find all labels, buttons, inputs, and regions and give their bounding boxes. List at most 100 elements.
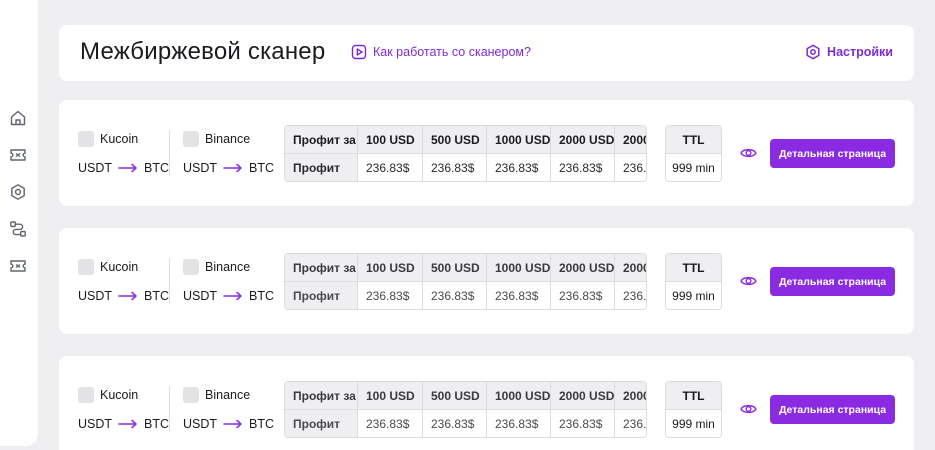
exchange-checkbox[interactable] (78, 259, 94, 275)
amount-column-header: 100 USD (357, 254, 422, 281)
profit-table-row: Профит 236.83$ 236.83$ 236.83$ 236.83$ 2… (285, 154, 646, 181)
amount-column-header: 500 USD (422, 254, 486, 281)
exchange-checkbox[interactable] (78, 131, 94, 147)
currency-from: USDT (78, 417, 113, 431)
profit-row-label: Профит (285, 154, 357, 181)
amount-column-header: 2000 (614, 126, 646, 153)
profit-table: Профит за 100 USD 500 USD 1000 USD 2000 … (284, 125, 647, 182)
amount-column-header: 100 USD (357, 382, 422, 409)
route-icon[interactable] (9, 220, 27, 238)
currency-to: BTC (249, 161, 275, 175)
profit-value: 236.83$ (486, 154, 550, 181)
amount-column-header: 2000 USD (550, 382, 614, 409)
exchange-checkbox[interactable] (183, 259, 199, 275)
exchange-name: Binance (205, 388, 251, 402)
amount-column-header: 2000 (614, 254, 646, 281)
eye-icon[interactable] (740, 146, 757, 160)
amount-column-header: 1000 USD (486, 126, 550, 153)
profit-value: 236.83$ (357, 282, 422, 309)
help-link[interactable]: Как работать со сканером? (351, 44, 531, 60)
profit-value: 236.83$ (550, 282, 614, 309)
scanner-card: Kucoin USDT BTC Binance USDT BTC Профит … (59, 100, 914, 206)
profit-value: 236.83$ (357, 410, 422, 437)
exchange-checkbox[interactable] (183, 131, 199, 147)
exchange-name: Binance (205, 260, 251, 274)
amount-column-header: 100 USD (357, 126, 422, 153)
arrow-right-icon (223, 291, 242, 301)
profit-value: 236.83$ (550, 154, 614, 181)
amount-column-header: 1000 USD (486, 382, 550, 409)
profit-value: 236.83$ (422, 410, 486, 437)
currency-from: USDT (78, 161, 113, 175)
settings-link[interactable]: Настройки (805, 44, 893, 60)
profit-table-header: Профит за 100 USD 500 USD 1000 USD 2000 … (285, 254, 646, 282)
ttl-label: TTL (666, 382, 721, 410)
currency-from: USDT (78, 289, 113, 303)
exchange-name: Kucoin (100, 132, 139, 146)
profit-value: 236.83$ (357, 154, 422, 181)
exchange-checkbox[interactable] (78, 387, 94, 403)
profit-value: 236.83$ (486, 410, 550, 437)
exchange-left: Kucoin USDT BTC (78, 387, 169, 432)
amount-column-header: 500 USD (422, 382, 486, 409)
scanner-card: Kucoin USDT BTC Binance USDT BTC Профит … (59, 228, 914, 334)
help-link-label: Как работать со сканером? (373, 45, 531, 59)
ticket-icon[interactable] (9, 146, 27, 164)
amount-column-header: 2000 USD (550, 254, 614, 281)
profit-value: 236.83$ (486, 282, 550, 309)
ttl-value: 999 min (672, 161, 715, 175)
settings-icon (806, 44, 820, 60)
profit-table: Профит за 100 USD 500 USD 1000 USD 2000 … (284, 253, 647, 310)
profit-row-label: Профит (285, 410, 357, 437)
profit-value: 236.8 (614, 282, 646, 309)
settings-icon[interactable] (9, 183, 27, 201)
settings-link-label: Настройки (827, 45, 893, 59)
arrow-right-icon (118, 291, 137, 301)
profit-table-row: Профит 236.83$ 236.83$ 236.83$ 236.83$ 2… (285, 282, 646, 309)
currency-to: BTC (144, 417, 170, 431)
profit-value: 236.8 (614, 410, 646, 437)
page-title: Межбиржевой сканер (80, 38, 326, 65)
exchange-name: Kucoin (100, 260, 139, 274)
exchange-name: Kucoin (100, 388, 139, 402)
ttl-box: TTL 999 min (665, 125, 722, 182)
currency-to: BTC (249, 289, 275, 303)
sidebar (0, 0, 38, 446)
currency-from: USDT (183, 161, 218, 175)
exchange-right: Binance USDT BTC (183, 387, 274, 432)
ttl-box: TTL 999 min (665, 381, 722, 438)
profit-row-label: Профит (285, 282, 357, 309)
currency-to: BTC (249, 417, 275, 431)
eye-icon[interactable] (740, 402, 757, 416)
home-icon[interactable] (9, 109, 27, 127)
exchange-right: Binance USDT BTC (183, 131, 274, 176)
header: Межбиржевой сканер Как работать со скане… (59, 25, 914, 81)
profit-table-row: Профит 236.83$ 236.83$ 236.83$ 236.83$ 2… (285, 410, 646, 437)
detail-page-button[interactable]: Детальная страница (770, 267, 895, 296)
profit-header-label: Профит за (293, 261, 356, 275)
exchange-right: Binance USDT BTC (183, 259, 274, 304)
currency-from: USDT (183, 417, 218, 431)
scanner-card: Kucoin USDT BTC Binance USDT BTC Профит … (59, 356, 914, 450)
detail-page-button[interactable]: Детальная страница (770, 395, 895, 424)
eye-icon[interactable] (740, 274, 757, 288)
ticket-icon[interactable] (9, 257, 27, 275)
profit-table: Профит за 100 USD 500 USD 1000 USD 2000 … (284, 381, 647, 438)
exchange-left: Kucoin USDT BTC (78, 259, 169, 304)
profit-header-label: Профит за (293, 133, 356, 147)
arrow-right-icon (118, 163, 137, 173)
profit-value: 236.83$ (422, 154, 486, 181)
exchange-checkbox[interactable] (183, 387, 199, 403)
play-icon (351, 44, 367, 60)
profit-value: 236.83$ (422, 282, 486, 309)
amount-column-header: 1000 USD (486, 254, 550, 281)
currency-from: USDT (183, 289, 218, 303)
arrow-right-icon (223, 163, 242, 173)
exchange-left: Kucoin USDT BTC (78, 131, 169, 176)
profit-table-header: Профит за 100 USD 500 USD 1000 USD 2000 … (285, 126, 646, 154)
ttl-value: 999 min (672, 417, 715, 431)
detail-page-button[interactable]: Детальная страница (770, 139, 895, 168)
amount-column-header: 2000 (614, 382, 646, 409)
arrow-right-icon (118, 419, 137, 429)
ttl-label: TTL (666, 126, 721, 154)
